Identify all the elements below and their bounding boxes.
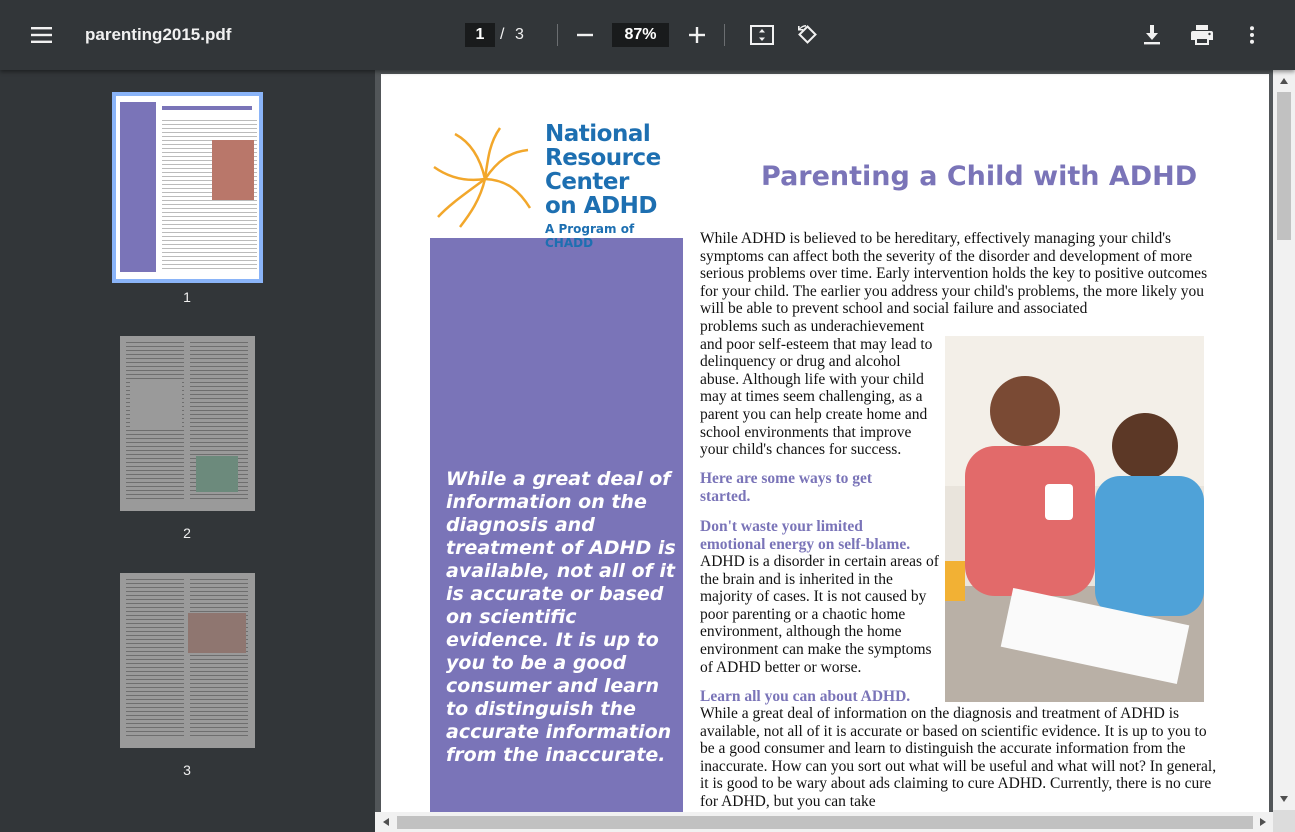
scrollbar-corner [1273,810,1295,832]
intro-paragraph-continued: problems such as underachievement and po… [700,318,933,459]
toolbar-divider [557,24,558,46]
pull-quote: While a great deal of information on the… [446,468,676,766]
page-heading: Parenting a Child with ADHD [761,161,1198,192]
father-son-photo [945,336,1204,702]
paragraph-self-blame: ADHD is a disorder in certain areas of t… [700,553,939,676]
scroll-down-icon[interactable] [1280,796,1288,802]
thumbnail-label-3: 3 [183,762,191,778]
thumbnail-page-3[interactable] [120,573,255,748]
rotate-icon[interactable] [789,17,825,53]
vertical-scrollbar[interactable] [1273,70,1295,810]
subheading-learn: Learn all you can about ADHD. [700,688,911,705]
pdf-toolbar: parenting2015.pdf 1 / 3 87% [0,0,1295,70]
subheading-get-started: Here are some ways to get started. [700,470,873,505]
page-separator: / [500,26,505,43]
scroll-up-icon[interactable] [1280,78,1288,84]
toolbar-divider [724,24,725,46]
zoom-out-icon[interactable] [567,17,603,53]
thumbnail-sidebar: 1 2 3 [0,70,375,832]
pdf-page-1: While a great deal of information on the… [381,74,1269,814]
horizontal-scroll-thumb[interactable] [397,816,1253,829]
thumbnail-page-1[interactable] [112,92,263,283]
intro-paragraph: While ADHD is believed to be hereditary,… [700,230,1208,318]
download-icon[interactable] [1134,17,1170,53]
ncr-logo-icon [433,127,532,228]
menu-icon[interactable] [24,17,60,53]
paragraph-learn: While a great deal of information on the… [700,705,1217,810]
org-subtitle: A Program of CHADD [545,222,635,250]
fit-page-icon[interactable] [744,17,780,53]
thumbnail-page-2[interactable] [120,336,255,511]
horizontal-scrollbar[interactable] [375,812,1273,832]
subheading-self-blame: Don't waste your limited emotional energ… [700,518,911,553]
scroll-left-icon[interactable] [383,818,389,826]
thumbnail-label-2: 2 [183,525,191,541]
print-icon[interactable] [1184,17,1220,53]
scroll-right-icon[interactable] [1260,818,1266,826]
page-total: 3 [515,26,524,43]
zoom-level-input[interactable]: 87% [612,23,669,47]
zoom-in-icon[interactable] [679,17,715,53]
vertical-scroll-thumb[interactable] [1277,92,1291,240]
org-name: National Resource Center on ADHD [545,121,661,219]
thumbnail-label-1: 1 [183,289,191,305]
logo-area: National Resource Center on ADHD A Progr… [430,118,683,250]
page-number-input[interactable]: 1 [465,23,495,47]
more-vert-icon[interactable] [1234,17,1270,53]
document-title: parenting2015.pdf [85,25,232,44]
